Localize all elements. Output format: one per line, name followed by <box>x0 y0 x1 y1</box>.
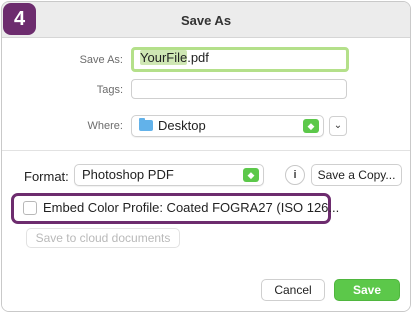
save-to-cloud-button[interactable]: Save to cloud documents <box>26 228 180 248</box>
format-label: Format: <box>24 169 69 184</box>
save-a-copy-button[interactable]: Save a Copy... <box>311 164 402 186</box>
embed-color-profile-label: Embed Color Profile: Coated FOGRA27 (ISO… <box>43 200 340 215</box>
popup-stepper-icon: ◆ <box>243 168 259 182</box>
format-popup[interactable]: Photoshop PDF ◆ <box>74 164 264 186</box>
where-label: Where: <box>87 120 123 132</box>
expand-chevron-button[interactable]: ⌄ <box>329 116 347 136</box>
dialog-title: Save As <box>180 13 232 28</box>
filename-selected-text: YourFile <box>140 50 188 65</box>
title-bar: Save As <box>2 2 410 38</box>
divider <box>2 150 410 151</box>
where-popup[interactable]: Desktop ◆ <box>131 115 324 137</box>
info-button[interactable]: i <box>285 165 305 185</box>
filename-field[interactable]: YourFile.pdf <box>131 47 349 72</box>
step-number-badge: 4 <box>3 3 36 35</box>
embed-color-profile-checkbox[interactable] <box>23 201 37 215</box>
folder-icon <box>139 118 153 131</box>
tags-field[interactable] <box>131 79 347 99</box>
cancel-button[interactable]: Cancel <box>261 279 325 301</box>
format-value: Photoshop PDF <box>82 167 174 182</box>
tags-label: Tags: <box>96 84 123 96</box>
save-as-dialog: Save As Save As: YourFile.pdf Tags: Wher… <box>1 1 411 312</box>
save-as-label: Save As: <box>79 54 123 66</box>
filename-extension: .pdf <box>187 50 209 65</box>
info-icon: i <box>293 169 297 181</box>
popup-stepper-icon: ◆ <box>303 119 319 133</box>
chevron-down-icon: ⌄ <box>333 120 343 131</box>
dialog-footer: Cancel Save <box>2 254 410 311</box>
where-value: Desktop <box>158 118 206 133</box>
save-button[interactable]: Save <box>334 279 400 301</box>
